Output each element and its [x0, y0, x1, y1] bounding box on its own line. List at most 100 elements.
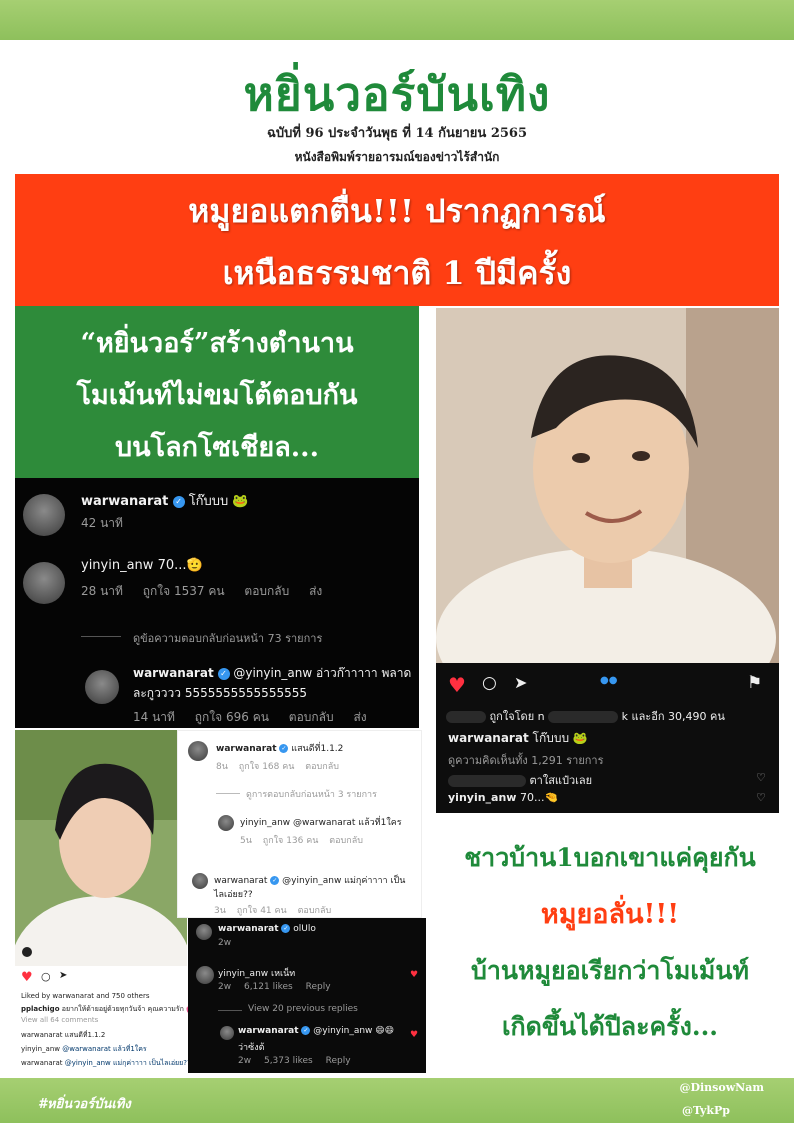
comment-text: @yinyin_anw แม่กุค่าาาา เป็น: [282, 876, 406, 886]
likes-prefix: ถูกใจโดย n: [489, 710, 545, 723]
avatar[interactable]: [188, 741, 208, 761]
view-previous-replies[interactable]: ดูข้อความตอบกลับก่อนหน้า 73 รายการ: [133, 629, 322, 647]
comment-meta: 5น ถูกใจ 136 คน ตอบกลับ: [240, 833, 363, 847]
reply-button[interactable]: ตอบกลับ: [298, 906, 332, 916]
comment-meta: 3น ถูกใจ 41 คน ตอบกลับ: [214, 903, 331, 917]
comment-user[interactable]: yinyin_anw: [240, 818, 290, 828]
comment-user[interactable]: warwanarat: [216, 744, 277, 754]
verified-icon: ✓: [279, 744, 289, 753]
avatar[interactable]: [196, 924, 212, 940]
comment-user[interactable]: warwanarat: [81, 494, 168, 509]
credit-1[interactable]: @DinsowNam: [679, 1081, 764, 1094]
caption-text: อยากให้ด้ายอยู่ด้วยทุกวันจ้า คุณความรัก …: [61, 1005, 195, 1013]
subhead-line-1: “หยิ่นวอร์”สร้างตำนาน: [80, 328, 354, 359]
outdoor-photo: [15, 730, 187, 966]
comment-1: warwanarat ✓ olUlo: [218, 924, 316, 934]
comment-icon[interactable]: ○: [41, 970, 51, 983]
comment-user[interactable]: warwanarat: [21, 1059, 63, 1067]
view-previous-replies[interactable]: ดูการตอบกลับก่อนหน้า 3 รายการ: [246, 787, 377, 801]
share-icon[interactable]: ➤: [514, 673, 527, 692]
hashtag[interactable]: #หยิ่นวอร์บันเทิง: [38, 1093, 131, 1114]
heart-icon[interactable]: ♥: [410, 1030, 418, 1040]
like-count[interactable]: ถูกใจ 136 คน: [263, 836, 319, 846]
comment-time: 2w: [218, 938, 232, 948]
heart-icon[interactable]: ♥: [21, 970, 33, 985]
comment-meta: 28 นาที ถูกใจ 1537 คน ตอบกลับ ส่ง: [81, 582, 322, 601]
comment-user[interactable]: yinyin_anw: [81, 558, 153, 573]
comment-user[interactable]: yinyin_anw: [218, 969, 268, 979]
newspaper-title: หยิ่นวอร์บันเทิง: [243, 67, 551, 121]
bookmark-icon[interactable]: ⚑: [747, 673, 762, 693]
avatar[interactable]: [85, 670, 119, 704]
small-heart-icon[interactable]: ♡: [756, 771, 766, 784]
comment-3-line-2: ไลเอ่ยย??: [214, 890, 253, 900]
caption-user[interactable]: pplachigo: [21, 1005, 60, 1013]
avatar[interactable]: [23, 562, 65, 604]
reply-button[interactable]: Reply: [306, 982, 331, 992]
copy-line-4: เกิดขึ้นได้ปีละครั้ง...: [502, 1012, 718, 1041]
reply-button[interactable]: ตอบกลับ: [289, 710, 334, 724]
like-count[interactable]: ถูกใจ 41 คน: [237, 906, 287, 916]
ig-post-panel-white: ♥ ○ ➤ Liked by warwanarat and 750 others…: [15, 966, 195, 1072]
comment-user[interactable]: yinyin_anw: [21, 1045, 60, 1053]
comment-line-2: yinyin_anw @warwanarat แล้วที่1ใคร: [21, 1044, 147, 1055]
share-icon[interactable]: ➤: [59, 970, 67, 981]
comment-time: 8น: [216, 762, 228, 772]
comment-meta: 2w 6,121 likes Reply: [218, 982, 331, 992]
comment-user[interactable]: yinyin_anw: [448, 791, 516, 804]
comment-icon[interactable]: ○: [482, 673, 497, 693]
comment-time: 14 นาที: [133, 710, 175, 724]
avatar[interactable]: [196, 966, 214, 984]
comment-user[interactable]: warwanarat: [133, 666, 214, 680]
comment-time: 2w: [238, 1056, 252, 1066]
caption-user[interactable]: warwanarat: [448, 731, 529, 745]
comment-user[interactable]: warwanarat: [214, 876, 267, 886]
comment-2: yinyin_anw เหเน็ท: [218, 966, 295, 980]
comments-screenshot-light: warwanarat ✓ แสนดีที่1.1.2 8น ถูกใจ 168 …: [177, 730, 422, 918]
avatar[interactable]: [218, 815, 234, 831]
small-heart-icon[interactable]: ♡: [756, 791, 766, 804]
like-count[interactable]: ถูกใจ 696 คน: [195, 710, 269, 724]
reply-button[interactable]: ตอบกลับ: [329, 836, 363, 846]
avatar[interactable]: [192, 873, 208, 889]
redacted-name: [548, 711, 619, 723]
likes-count: k และอีก 30,490 คน: [621, 710, 725, 723]
comment-user[interactable]: warwanarat: [218, 924, 279, 934]
comment-meta: 2w 5,373 likes Reply: [238, 1056, 351, 1066]
likes-line: ถูกใจโดย n k และอีก 30,490 คน: [446, 707, 725, 725]
comment-text: ตาใสแป๋วเลย: [529, 774, 593, 787]
comment-text: 70...🤏: [519, 791, 559, 804]
credit-2[interactable]: @TykPp: [682, 1104, 730, 1117]
issue-line: ฉบับที่ 96 ประจำวันพุธ ที่ 14 กันยายน 25…: [266, 126, 528, 141]
liked-by[interactable]: Liked by warwanarat and 750 others: [21, 992, 149, 1000]
like-count[interactable]: ถูกใจ 168 คน: [239, 762, 295, 772]
like-count[interactable]: ถูกใจ 1537 คน: [143, 584, 225, 598]
ig-post-panel: ♥ ○ ➤ ●● ⚑ ถูกใจโดย n k และอีก 30,490 คน…: [436, 663, 779, 813]
reply-button[interactable]: Reply: [326, 1056, 351, 1066]
reply-button[interactable]: ตอบกลับ: [244, 584, 289, 598]
reply-button[interactable]: ตอบกลับ: [305, 762, 339, 772]
caption-text: โก๊บบบ 🐸: [532, 731, 588, 745]
heart-icon[interactable]: ♥: [410, 970, 418, 980]
story-copy: ชาวบ้าน1บอกเขาแค่คุยกัน หมูยอลั่น!!! บ้า…: [430, 838, 790, 1047]
send-button[interactable]: ส่ง: [309, 584, 322, 598]
send-button[interactable]: ส่ง: [353, 710, 366, 724]
view-all-comments[interactable]: View all 64 comments: [21, 1016, 98, 1024]
caption-line: pplachigo อยากให้ด้ายอยู่ด้วยทุกวันจ้า ค…: [21, 1004, 195, 1015]
headline-line-1: หมูยอแตกตื่น!!! ปรากฏการณ์: [188, 192, 606, 230]
portrait-illustration: [436, 308, 779, 663]
view-comments-link[interactable]: ดูความคิดเห็นทั้ง 1,291 รายการ: [448, 751, 604, 769]
comment-user[interactable]: warwanarat: [238, 1026, 299, 1036]
verified-icon: ✓: [281, 924, 291, 933]
heart-icon[interactable]: ♥: [448, 673, 466, 697]
view-previous-replies[interactable]: View 20 previous replies: [248, 1004, 358, 1014]
like-count[interactable]: 6,121 likes: [244, 982, 293, 992]
top-decor-bar: [0, 0, 794, 40]
comment-text: @warwanarat แล้วที่1ใคร: [62, 1045, 147, 1053]
comment-2: yinyin_anw 70...🫡: [81, 558, 203, 573]
comments-screenshot-dark-2: warwanarat ✓ olUlo 2w yinyin_anw เหเน็ท …: [188, 918, 426, 1073]
avatar[interactable]: [220, 1026, 234, 1040]
headline-banner: หมูยอแตกตื่น!!! ปรากฏการณ์ เหนือธรรมชาติ…: [15, 174, 779, 306]
avatar[interactable]: [23, 494, 65, 536]
like-count[interactable]: 5,373 likes: [264, 1056, 313, 1066]
